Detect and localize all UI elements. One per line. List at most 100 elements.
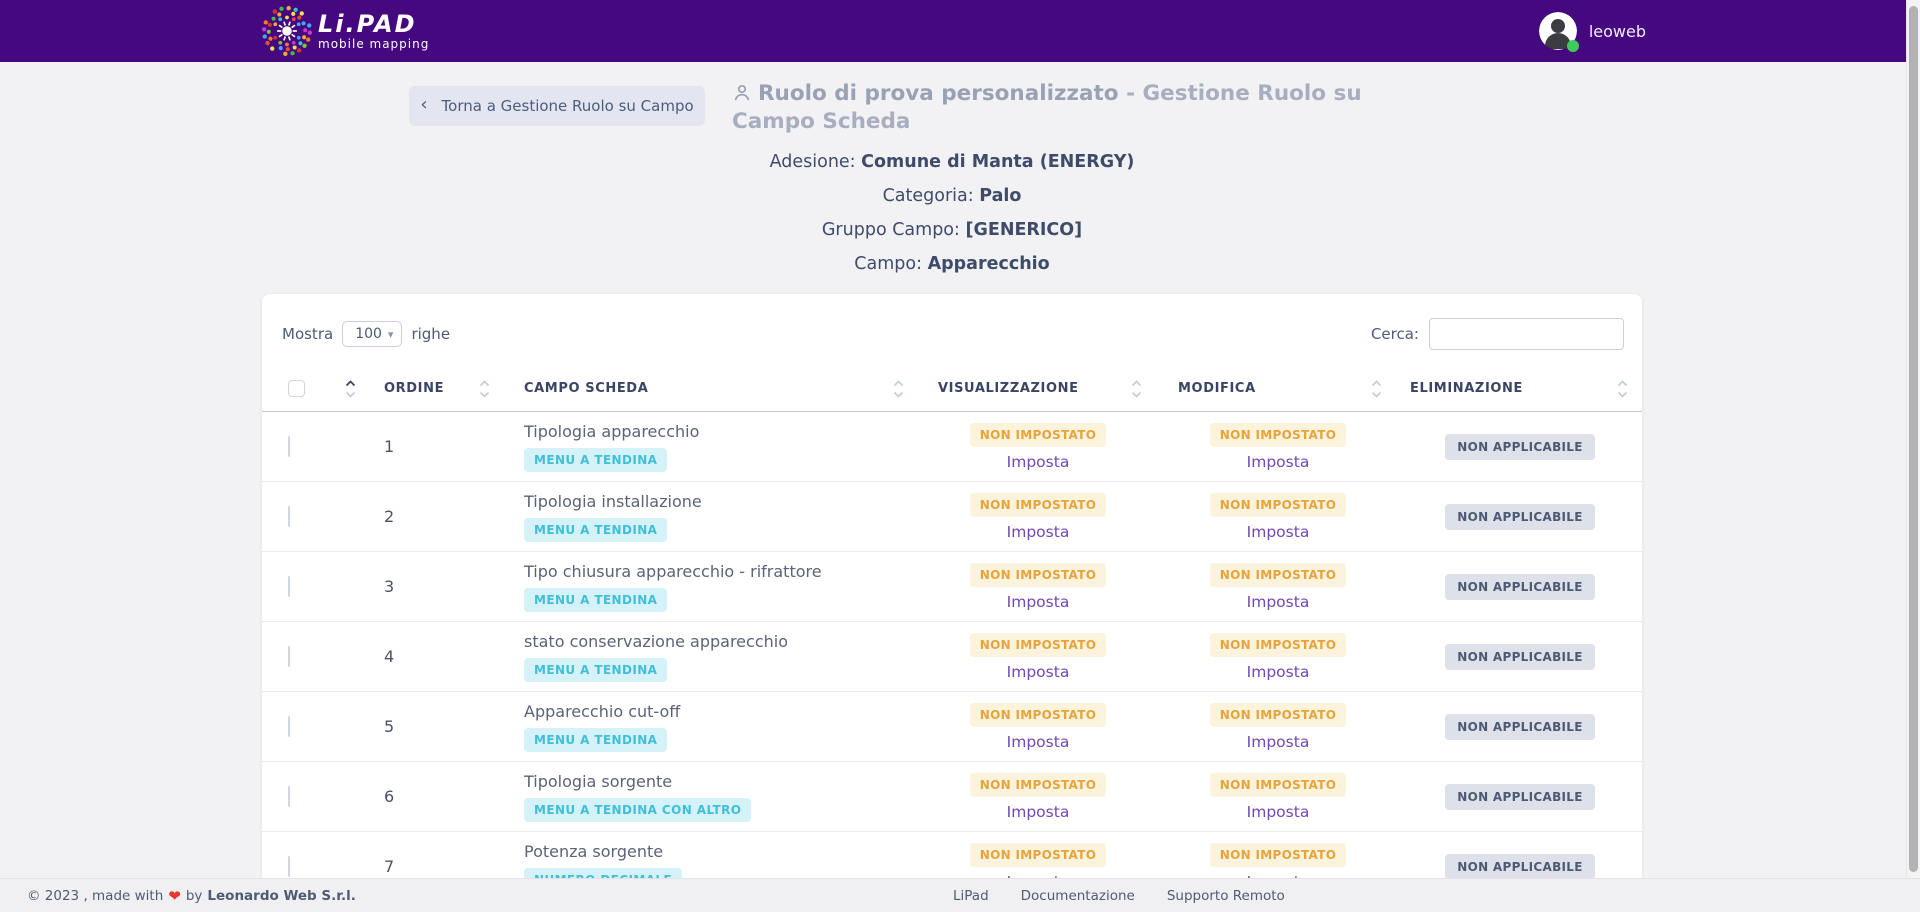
field-name: Tipo chiusura apparecchio - rifrattore (524, 562, 930, 581)
view-status-badge: NON IMPOSTATO (970, 773, 1106, 797)
page-size-select[interactable]: 100 ▾ (342, 321, 402, 347)
field-cell: stato conservazione apparecchio MENU A T… (510, 632, 930, 682)
view-imposta-link[interactable]: Imposta (918, 593, 1158, 611)
app-logo[interactable]: Li.PAD mobile mapping (262, 6, 429, 56)
meta-adesione: Adesione: Comune di Manta (ENERGY) (262, 152, 1642, 172)
edit-imposta-link[interactable]: Imposta (1158, 803, 1398, 821)
row-checkbox[interactable] (288, 856, 290, 877)
visualizzazione-cell: NON IMPOSTATO Imposta (918, 773, 1158, 821)
order-cell: 3 (370, 577, 510, 596)
field-type-badge: MENU A TENDINA (524, 518, 667, 542)
sort-icons[interactable] (345, 380, 370, 398)
table-body: 1 Tipologia apparecchio MENU A TENDINA N… (262, 412, 1642, 902)
view-imposta-link[interactable]: Imposta (918, 733, 1158, 751)
view-status-badge: NON IMPOSTATO (970, 493, 1106, 517)
row-checkbox[interactable] (288, 716, 290, 737)
eliminazione-cell: NON APPLICABILE (1404, 714, 1636, 740)
field-cell: Tipologia sorgente MENU A TENDINA CON AL… (510, 772, 930, 822)
rows-label: righe (411, 325, 450, 343)
page-footer: © 2023 , made with ❤ by Leonardo Web S.r… (0, 878, 1920, 912)
order-cell: 2 (370, 507, 510, 526)
header-campo-scheda[interactable]: CAMPO SCHEDA (510, 366, 930, 411)
sort-icons[interactable] (1617, 380, 1642, 398)
table-row: 3 Tipo chiusura apparecchio - rifrattore… (262, 552, 1642, 622)
field-type-badge: MENU A TENDINA (524, 658, 667, 682)
delete-status-badge: NON APPLICABILE (1445, 434, 1595, 460)
field-type-badge: MENU A TENDINA (524, 588, 667, 612)
logo-burst-icon (262, 6, 312, 56)
header-eliminazione[interactable]: ELIMINAZIONE (1410, 366, 1642, 411)
field-name: Tipologia installazione (524, 492, 930, 511)
back-button[interactable]: ‹ Torna a Gestione Ruolo su Campo (409, 86, 705, 126)
row-checkbox[interactable] (288, 576, 290, 597)
person-icon (732, 83, 752, 110)
view-status-badge: NON IMPOSTATO (970, 633, 1106, 657)
eliminazione-cell: NON APPLICABILE (1404, 504, 1636, 530)
delete-status-badge: NON APPLICABILE (1445, 644, 1595, 670)
footer-link-documentazione[interactable]: Documentazione (1021, 888, 1135, 904)
field-type-badge: MENU A TENDINA CON ALTRO (524, 798, 751, 822)
scrollbar-thumb[interactable] (1909, 6, 1918, 872)
view-imposta-link[interactable]: Imposta (918, 523, 1158, 541)
row-checkbox[interactable] (288, 436, 290, 457)
eliminazione-cell: NON APPLICABILE (1404, 574, 1636, 600)
delete-status-badge: NON APPLICABILE (1445, 854, 1595, 880)
back-chevron-icon: ‹ (420, 96, 427, 114)
sort-icons[interactable] (1131, 380, 1170, 398)
table-row: 5 Apparecchio cut-off MENU A TENDINA NON… (262, 692, 1642, 762)
row-checkbox[interactable] (288, 646, 290, 667)
sort-icons[interactable] (1371, 380, 1410, 398)
header-modifica[interactable]: MODIFICA (1170, 366, 1410, 411)
search-input[interactable] (1429, 318, 1624, 350)
sort-icons[interactable] (893, 380, 930, 398)
header-select-all[interactable] (262, 366, 370, 411)
row-checkbox[interactable] (288, 506, 290, 527)
footer-link-supporto[interactable]: Supporto Remoto (1167, 888, 1285, 904)
field-name: Tipologia apparecchio (524, 422, 930, 441)
view-status-badge: NON IMPOSTATO (970, 703, 1106, 727)
header-ordine[interactable]: ORDINE (370, 366, 510, 411)
header-visualizzazione[interactable]: VISUALIZZAZIONE (930, 366, 1170, 411)
chevron-down-icon: ▾ (388, 328, 394, 341)
sort-icons[interactable] (479, 380, 510, 398)
edit-imposta-link[interactable]: Imposta (1158, 663, 1398, 681)
delete-status-badge: NON APPLICABILE (1445, 574, 1595, 600)
logo-title: Li.PAD (318, 12, 429, 36)
edit-status-badge: NON IMPOSTATO (1210, 843, 1346, 867)
search-label: Cerca: (1371, 325, 1419, 343)
order-cell: 4 (370, 647, 510, 666)
footer-link-lipad[interactable]: LiPad (953, 888, 989, 904)
view-imposta-link[interactable]: Imposta (918, 803, 1158, 821)
edit-imposta-link[interactable]: Imposta (1158, 453, 1398, 471)
page-scrollbar[interactable] (1906, 0, 1920, 912)
field-cell: Tipo chiusura apparecchio - rifrattore M… (510, 562, 930, 612)
edit-imposta-link[interactable]: Imposta (1158, 733, 1398, 751)
view-imposta-link[interactable]: Imposta (918, 663, 1158, 681)
select-all-checkbox[interactable] (288, 380, 305, 397)
visualizzazione-cell: NON IMPOSTATO Imposta (918, 563, 1158, 611)
table-controls: Mostra 100 ▾ righe Cerca: (262, 294, 1642, 366)
user-menu[interactable]: leoweb (1539, 12, 1646, 50)
table-row: 4 stato conservazione apparecchio MENU A… (262, 622, 1642, 692)
modifica-cell: NON IMPOSTATO Imposta (1158, 493, 1398, 541)
edit-status-badge: NON IMPOSTATO (1210, 703, 1346, 727)
modifica-cell: NON IMPOSTATO Imposta (1158, 423, 1398, 471)
meta-campo: Campo: Apparecchio (262, 254, 1642, 274)
copyright: © 2023 , made with ❤ by Leonardo Web S.r… (27, 887, 356, 905)
context-info: Adesione: Comune di Manta (ENERGY) Categ… (262, 152, 1642, 274)
view-imposta-link[interactable]: Imposta (918, 453, 1158, 471)
field-cell: Apparecchio cut-off MENU A TENDINA (510, 702, 930, 752)
username-label: leoweb (1589, 22, 1646, 41)
logo-subtitle: mobile mapping (318, 38, 429, 50)
edit-status-badge: NON IMPOSTATO (1210, 633, 1346, 657)
field-type-badge: MENU A TENDINA (524, 448, 667, 472)
eliminazione-cell: NON APPLICABILE (1404, 854, 1636, 880)
show-label: Mostra (282, 325, 333, 343)
row-checkbox[interactable] (288, 786, 290, 807)
company-name: Leonardo Web S.r.l. (207, 888, 355, 904)
meta-categoria: Categoria: Palo (262, 186, 1642, 206)
footer-links: LiPad Documentazione Supporto Remoto (953, 888, 1285, 904)
field-cell: Tipologia installazione MENU A TENDINA (510, 492, 930, 542)
edit-imposta-link[interactable]: Imposta (1158, 593, 1398, 611)
edit-imposta-link[interactable]: Imposta (1158, 523, 1398, 541)
